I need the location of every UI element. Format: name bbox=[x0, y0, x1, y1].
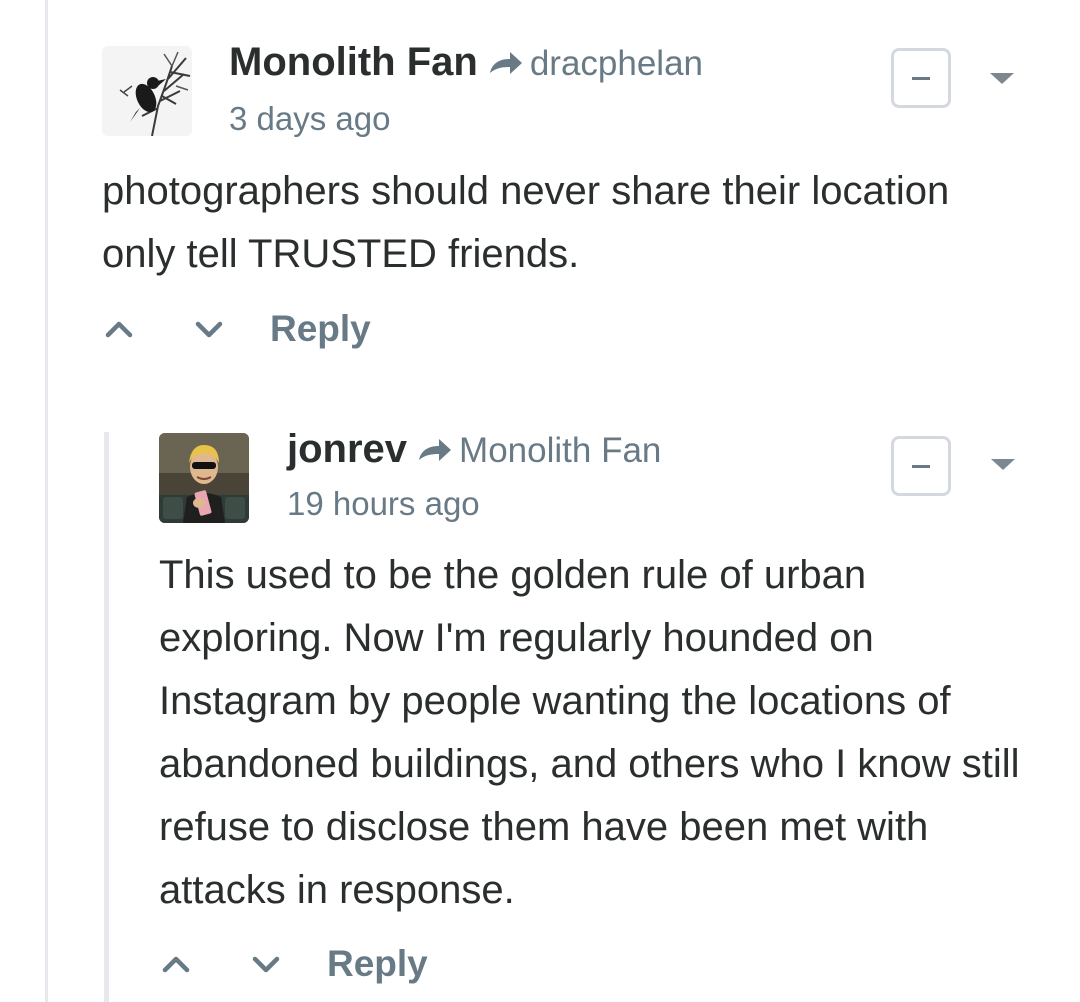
downvote-icon[interactable] bbox=[249, 947, 283, 981]
comment-thread: Monolith Fan dracphelan 3 days ago photo… bbox=[0, 0, 1080, 1002]
comment-actions: Reply bbox=[159, 943, 428, 985]
parent-author-link[interactable]: Monolith Fan bbox=[459, 431, 661, 471]
reply-button[interactable]: Reply bbox=[327, 943, 428, 985]
user-avatar[interactable] bbox=[159, 433, 249, 523]
minus-icon bbox=[912, 77, 930, 80]
reply-to-arrow-icon bbox=[489, 52, 522, 74]
thread-indent-line bbox=[45, 0, 48, 1002]
user-avatar[interactable] bbox=[102, 46, 192, 136]
man-avatar-icon bbox=[159, 433, 249, 523]
options-menu-caret-icon[interactable] bbox=[990, 73, 1014, 84]
comment-actions: Reply bbox=[102, 308, 371, 350]
upvote-icon[interactable] bbox=[159, 947, 193, 981]
author-line: jonrev Monolith Fan bbox=[287, 427, 661, 472]
crow-avatar-icon bbox=[102, 46, 192, 136]
parent-author-link[interactable]: dracphelan bbox=[530, 44, 703, 84]
reply-to-arrow-icon bbox=[419, 439, 452, 461]
author-line: Monolith Fan dracphelan bbox=[229, 40, 703, 85]
author-name[interactable]: Monolith Fan bbox=[229, 40, 478, 85]
options-menu-caret-icon[interactable] bbox=[991, 459, 1015, 470]
downvote-icon[interactable] bbox=[192, 312, 226, 346]
author-name[interactable]: jonrev bbox=[287, 427, 407, 472]
collapse-button[interactable] bbox=[891, 48, 951, 108]
comment-timestamp[interactable]: 3 days ago bbox=[229, 100, 390, 138]
reply-button[interactable]: Reply bbox=[270, 308, 371, 350]
comment-timestamp[interactable]: 19 hours ago bbox=[287, 485, 480, 523]
comment-body: photographers should never share their l… bbox=[102, 169, 950, 276]
minus-icon bbox=[912, 465, 930, 468]
collapse-button[interactable] bbox=[891, 436, 951, 496]
comment-body: This used to be the golden rule of urban… bbox=[159, 553, 1020, 912]
upvote-icon[interactable] bbox=[102, 312, 136, 346]
reply-indent-line bbox=[104, 432, 109, 1002]
